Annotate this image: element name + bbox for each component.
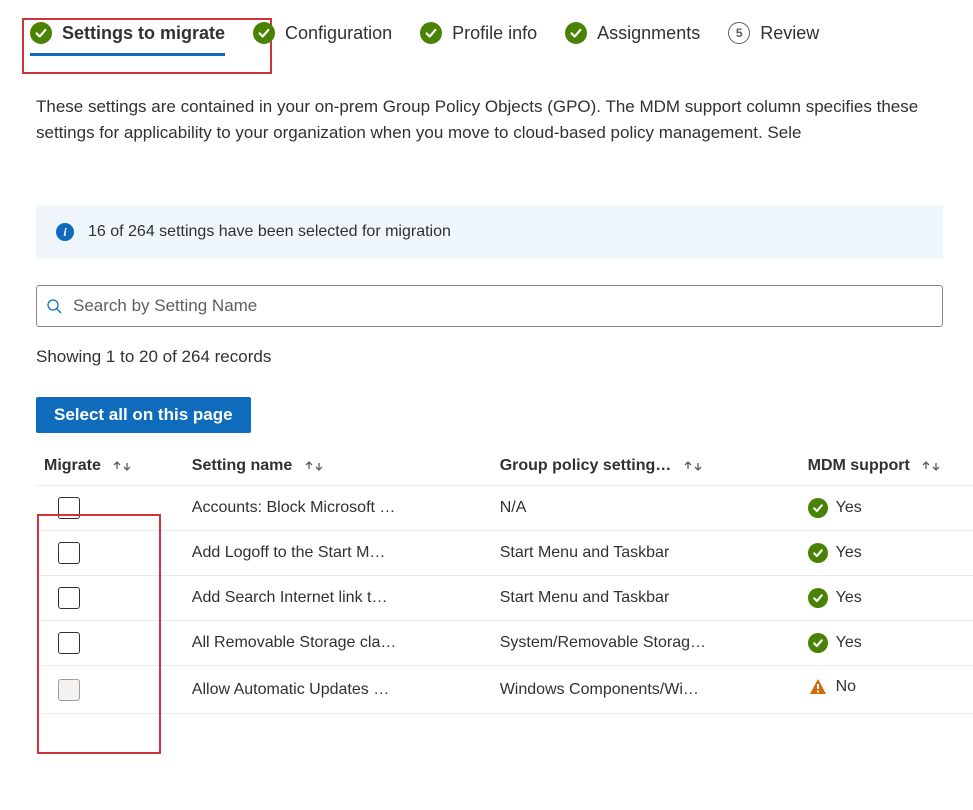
column-header-group-policy[interactable]: Group policy setting… bbox=[492, 447, 800, 486]
status-check-icon bbox=[808, 588, 828, 608]
migrate-checkbox[interactable] bbox=[58, 542, 80, 564]
status-check-icon bbox=[808, 543, 828, 563]
check-icon bbox=[420, 22, 442, 44]
mdm-support-cell: Yes bbox=[836, 544, 862, 562]
group-policy-cell: Start Menu and Taskbar bbox=[500, 589, 792, 607]
info-bar-text: 16 of 264 settings have been selected fo… bbox=[88, 223, 451, 241]
check-icon bbox=[253, 22, 275, 44]
tab-settings-to-migrate[interactable]: Settings to migrate bbox=[30, 22, 225, 56]
migrate-checkbox[interactable] bbox=[58, 497, 80, 519]
column-header-setting-name[interactable]: Setting name bbox=[184, 447, 492, 486]
check-icon bbox=[30, 22, 52, 44]
tab-label: Profile info bbox=[452, 23, 537, 44]
wizard-tabs: Settings to migrate Configuration Profil… bbox=[0, 0, 973, 56]
mdm-support-cell: Yes bbox=[836, 634, 862, 652]
setting-name-cell: Add Logoff to the Start M… bbox=[192, 544, 484, 562]
sort-icon bbox=[920, 459, 942, 473]
table-row: Add Search Internet link t… Start Menu a… bbox=[36, 576, 973, 621]
group-policy-cell: Start Menu and Taskbar bbox=[500, 544, 792, 562]
tab-label: Review bbox=[760, 23, 819, 44]
check-icon bbox=[565, 22, 587, 44]
status-check-icon bbox=[808, 633, 828, 653]
page-description: These settings are contained in your on-… bbox=[0, 56, 973, 145]
info-bar: i 16 of 264 settings have been selected … bbox=[36, 205, 943, 259]
migrate-checkbox[interactable] bbox=[58, 587, 80, 609]
tab-review[interactable]: 5 Review bbox=[728, 22, 819, 56]
tab-assignments[interactable]: Assignments bbox=[565, 22, 700, 56]
tab-label: Assignments bbox=[597, 23, 700, 44]
sort-icon bbox=[303, 459, 325, 473]
group-policy-cell: Windows Components/Wi… bbox=[500, 681, 792, 699]
migrate-checkbox-disabled bbox=[58, 679, 80, 701]
table-row: Add Logoff to the Start M… Start Menu an… bbox=[36, 531, 973, 576]
setting-name-cell: Allow Automatic Updates … bbox=[192, 681, 484, 699]
records-count: Showing 1 to 20 of 264 records bbox=[36, 347, 943, 367]
sort-icon bbox=[682, 459, 704, 473]
migrate-checkbox[interactable] bbox=[58, 632, 80, 654]
tab-profile-info[interactable]: Profile info bbox=[420, 22, 537, 56]
search-icon bbox=[46, 298, 62, 314]
setting-name-cell: Add Search Internet link t… bbox=[192, 589, 484, 607]
settings-table: Migrate Setting name Group policy settin… bbox=[36, 447, 973, 714]
step-number-icon: 5 bbox=[728, 22, 750, 44]
tab-label: Settings to migrate bbox=[62, 23, 225, 44]
table-row: All Removable Storage cla… System/Remova… bbox=[36, 621, 973, 666]
group-policy-cell: System/Removable Storag… bbox=[500, 634, 792, 652]
tab-configuration[interactable]: Configuration bbox=[253, 22, 392, 56]
table-row: Accounts: Block Microsoft … N/A Yes bbox=[36, 486, 973, 531]
tab-label: Configuration bbox=[285, 23, 392, 44]
setting-name-cell: All Removable Storage cla… bbox=[192, 634, 484, 652]
mdm-support-cell: Yes bbox=[836, 589, 862, 607]
group-policy-cell: N/A bbox=[500, 499, 792, 517]
setting-name-cell: Accounts: Block Microsoft … bbox=[192, 499, 484, 517]
sort-icon bbox=[111, 459, 133, 473]
mdm-support-cell: Yes bbox=[836, 499, 862, 517]
table-row: Allow Automatic Updates … Windows Compon… bbox=[36, 666, 973, 714]
column-header-migrate[interactable]: Migrate bbox=[36, 447, 184, 486]
search-input[interactable] bbox=[36, 285, 943, 327]
info-icon: i bbox=[56, 223, 74, 241]
column-header-mdm-support[interactable]: MDM support bbox=[800, 447, 973, 486]
mdm-support-cell: No bbox=[836, 678, 856, 696]
status-check-icon bbox=[808, 498, 828, 518]
status-warning-icon bbox=[808, 677, 828, 697]
select-all-button[interactable]: Select all on this page bbox=[36, 397, 251, 433]
